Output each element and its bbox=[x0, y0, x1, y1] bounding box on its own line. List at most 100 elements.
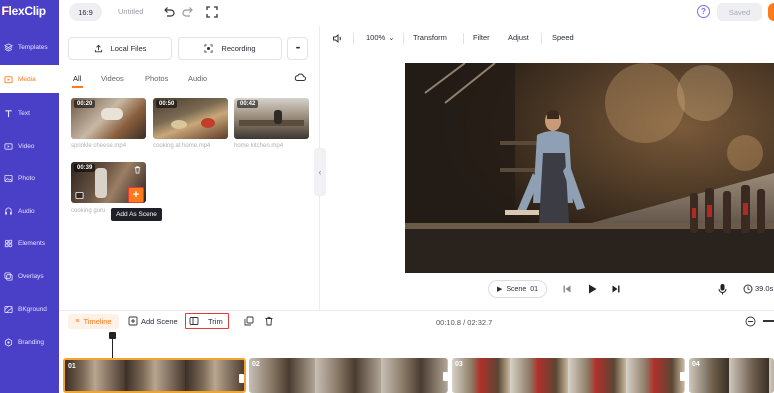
sidebar-item-video[interactable]: Video bbox=[0, 132, 59, 160]
media-icon bbox=[4, 75, 13, 83]
overlays-icon bbox=[4, 271, 13, 281]
cloud-icon[interactable] bbox=[294, 72, 306, 82]
sidebar-item-photo[interactable]: Photo bbox=[0, 164, 59, 192]
scene-number: 01 bbox=[530, 285, 539, 293]
media-thumbnail[interactable]: 00:42 bbox=[234, 98, 309, 139]
clip-trim-handle[interactable] bbox=[680, 372, 685, 381]
background-icon bbox=[4, 305, 13, 313]
timeline-clip[interactable]: 03 bbox=[452, 358, 685, 393]
timeline-ruler[interactable] bbox=[59, 333, 774, 358]
tab-all[interactable]: All bbox=[73, 74, 81, 83]
sidebar-item-templates[interactable]: Templates bbox=[0, 33, 59, 61]
volume-icon[interactable] bbox=[332, 33, 343, 44]
add-as-scene-tooltip: Add As Scene bbox=[111, 208, 162, 221]
duration-badge: 00:39 bbox=[74, 164, 96, 172]
sidebar-item-overlays[interactable]: Overlays bbox=[0, 262, 59, 290]
video-frame-image bbox=[405, 63, 774, 273]
collapse-panel-button[interactable]: ‹ bbox=[314, 148, 326, 196]
audio-icon bbox=[5, 207, 12, 215]
add-scene-button[interactable]: Add Scene bbox=[141, 317, 178, 326]
sidebar-item-media[interactable]: Media bbox=[0, 65, 59, 93]
filter-button[interactable]: Filter bbox=[473, 33, 490, 42]
sidebar: FFlexClip Templates Media Text Video Pho… bbox=[0, 0, 59, 393]
preview-icon[interactable] bbox=[75, 191, 84, 200]
redo-icon[interactable] bbox=[181, 5, 195, 19]
sidebar-item-label: Text bbox=[18, 109, 30, 117]
active-tab-indicator bbox=[72, 86, 83, 88]
sidebar-item-elements[interactable]: Elements bbox=[0, 229, 59, 257]
media-filename: cooking at home.mp4 bbox=[153, 143, 211, 149]
clip-trim-handle[interactable] bbox=[443, 372, 448, 381]
media-filename: home kitchen.mp4 bbox=[234, 143, 284, 149]
duplicate-icon[interactable] bbox=[244, 316, 254, 326]
clip-number: 01 bbox=[68, 363, 76, 370]
logo-text: FlexClip bbox=[1, 4, 47, 18]
aspect-ratio-button[interactable]: 16:9 bbox=[69, 3, 102, 21]
duration-badge: 00:20 bbox=[74, 100, 96, 108]
more-options-button[interactable]: ••• bbox=[287, 37, 308, 60]
zoom-value: 100% bbox=[366, 33, 386, 42]
text-icon bbox=[5, 109, 12, 117]
delete-icon[interactable] bbox=[264, 316, 274, 326]
adjust-button[interactable]: Adjust bbox=[508, 33, 529, 42]
speed-button[interactable]: Speed bbox=[552, 33, 574, 42]
export-button[interactable] bbox=[768, 3, 774, 21]
sidebar-item-label: Elements bbox=[18, 239, 46, 247]
elements-icon bbox=[4, 239, 13, 247]
timeline-clip[interactable]: 02 bbox=[249, 358, 448, 393]
video-preview[interactable] bbox=[405, 63, 774, 273]
tab-photos[interactable]: Photos bbox=[145, 74, 168, 83]
trim-button[interactable]: Trim bbox=[208, 317, 223, 326]
saved-status: Saved bbox=[717, 3, 762, 21]
timeline-label: Timeline bbox=[83, 317, 112, 326]
media-filename: cooking guru bbox=[71, 208, 106, 214]
next-scene-icon[interactable] bbox=[611, 284, 621, 294]
clip-number: 03 bbox=[455, 361, 463, 368]
timeline-toggle-button[interactable]: ≡ Timeline bbox=[68, 314, 119, 329]
scene-selector[interactable]: ▶ Scene 01 bbox=[488, 280, 547, 298]
templates-icon bbox=[4, 42, 13, 52]
sidebar-item-audio[interactable]: Audio bbox=[0, 197, 59, 225]
add-as-scene-button[interactable]: + bbox=[128, 187, 144, 203]
local-files-button[interactable]: Local Files bbox=[68, 37, 172, 60]
recording-label: Recording bbox=[221, 44, 256, 53]
sidebar-item-label: Photo bbox=[18, 174, 35, 182]
timeline-clip[interactable]: 01 bbox=[63, 358, 246, 393]
recording-button[interactable]: Recording bbox=[178, 37, 282, 60]
timeline-time-code: 00:10.8 / 02:32.7 bbox=[436, 318, 493, 327]
project-title[interactable]: Untitled bbox=[118, 7, 143, 16]
duration-badge: 00:50 bbox=[156, 100, 178, 108]
media-thumbnail[interactable]: 00:20 bbox=[71, 98, 146, 139]
sidebar-item-label: Video bbox=[18, 142, 35, 150]
branding-icon bbox=[4, 337, 13, 347]
video-icon bbox=[4, 142, 13, 150]
tab-videos[interactable]: Videos bbox=[101, 74, 124, 83]
previous-scene-icon[interactable] bbox=[562, 284, 572, 294]
delete-icon[interactable] bbox=[133, 165, 142, 174]
sidebar-item-branding[interactable]: Branding bbox=[0, 328, 59, 356]
zoom-out-icon[interactable] bbox=[745, 316, 756, 327]
upload-icon bbox=[94, 44, 102, 53]
clip-trim-handle[interactable] bbox=[239, 374, 244, 383]
undo-icon[interactable] bbox=[162, 5, 176, 19]
tab-audio[interactable]: Audio bbox=[188, 74, 207, 83]
sidebar-item-label: BKground bbox=[18, 305, 47, 313]
transform-button[interactable]: Transform bbox=[413, 33, 447, 42]
scene-label: Scene bbox=[506, 285, 527, 293]
timeline-clip[interactable]: 04 bbox=[689, 358, 774, 393]
play-icon[interactable] bbox=[586, 283, 598, 295]
timeline-zoom-slider[interactable] bbox=[763, 320, 774, 322]
sidebar-item-label: Media bbox=[18, 75, 36, 83]
sidebar-item-background[interactable]: BKground bbox=[0, 295, 59, 323]
record-icon bbox=[204, 44, 213, 53]
media-thumbnail[interactable]: 00:50 bbox=[153, 98, 228, 139]
help-icon[interactable]: ? bbox=[697, 5, 710, 18]
playhead-handle[interactable] bbox=[109, 332, 116, 339]
fullscreen-icon[interactable] bbox=[205, 5, 219, 19]
chevron-left-icon: ‹ bbox=[318, 167, 322, 177]
zoom-select[interactable]: 100% ⌄ bbox=[366, 33, 394, 42]
sidebar-item-text[interactable]: Text bbox=[0, 99, 59, 127]
media-filename: sprinkle cheese.mp4 bbox=[71, 143, 127, 149]
clip-number: 04 bbox=[692, 361, 700, 368]
microphone-icon[interactable] bbox=[717, 283, 728, 295]
